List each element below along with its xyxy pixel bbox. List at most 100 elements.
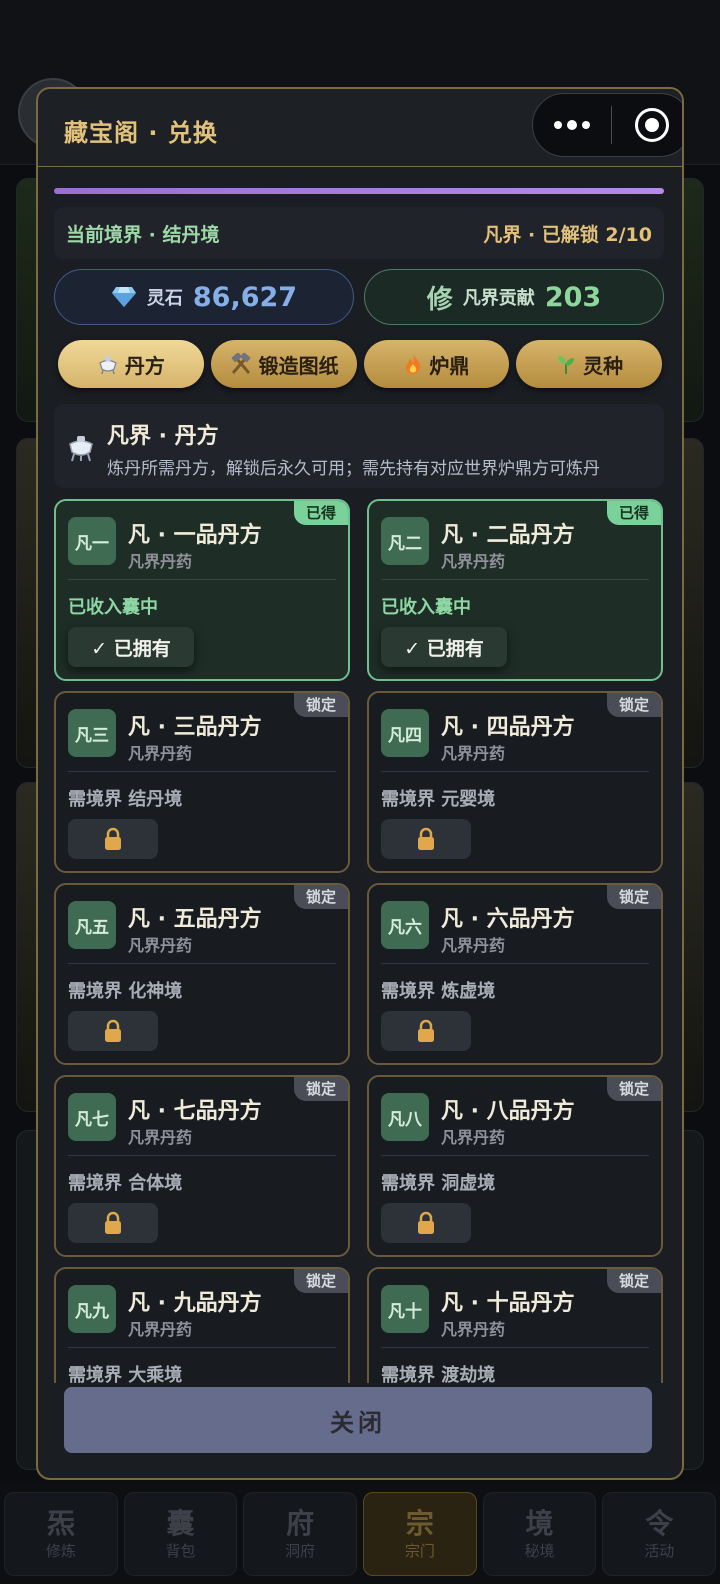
nav-item-0[interactable]: 炁修炼 [4, 1492, 118, 1576]
unlock-progress: 凡界 · 已解锁 2/10 [483, 223, 652, 246]
nav-icon: 囊 [166, 1507, 195, 1540]
realm-status-row: 当前境界 · 结丹境 凡界 · 已解锁 2/10 [54, 207, 664, 259]
lock-icon [416, 827, 436, 851]
flask-icon [97, 353, 119, 375]
card-divider [68, 1347, 336, 1348]
locked-button[interactable] [68, 1011, 158, 1051]
dot-icon [554, 121, 562, 129]
status-badge: 锁定 [606, 693, 661, 717]
recipe-name: 凡 · 五品丹方 [128, 907, 262, 932]
nav-label: 修炼 [45, 1542, 76, 1560]
recipe-card[interactable]: 已得 凡一凡 · 一品丹方 凡界丹药 已收入囊中 ✓ 已拥有 [54, 499, 350, 681]
recipe-card[interactable]: 锁定 凡六凡 · 六品丹方 凡界丹药 需境界 炼虚境 [367, 883, 663, 1065]
locked-button[interactable] [381, 819, 471, 859]
nav-item-4[interactable]: 境秘境 [482, 1492, 597, 1576]
recipe-code-tile: 凡十 [381, 1285, 429, 1333]
card-divider [381, 579, 649, 580]
more-menu-button[interactable] [533, 94, 611, 156]
recipe-code-tile: 凡九 [68, 1285, 116, 1333]
recipe-requirement: 需境界 洞虚境 [381, 1173, 496, 1194]
nav-icon: 境 [525, 1507, 554, 1540]
recipe-card[interactable]: 锁定 凡八凡 · 八品丹方 凡界丹药 需境界 洞虚境 [367, 1075, 663, 1257]
nav-item-3[interactable]: 宗宗门 [363, 1492, 477, 1576]
status-badge: 已得 [293, 501, 348, 525]
nav-label: 洞府 [285, 1542, 316, 1560]
tab-label: 灵种 [583, 353, 624, 378]
tab-hammer[interactable]: 锻造图纸 [210, 340, 357, 388]
bottom-nav: 炁修炼囊背包府洞府宗宗门境秘境令活动 [0, 1484, 720, 1584]
section-header: 凡界 · 丹方 炼丹所需丹方，解锁后永久可用；需先持有对应世界炉鼎方可炼丹 [54, 404, 664, 488]
hammer-icon [229, 353, 253, 375]
recipe-code-tile: 凡七 [68, 1093, 116, 1141]
recipe-card[interactable]: 锁定 凡三凡 · 三品丹方 凡界丹药 需境界 结丹境 [54, 691, 350, 873]
recipe-category: 凡界丹药 [128, 1128, 193, 1147]
recipe-code-tile: 凡三 [68, 709, 116, 757]
tab-label: 丹方 [124, 353, 165, 378]
section-description: 炼丹所需丹方，解锁后永久可用；需先持有对应世界炉鼎方可炼丹 [107, 459, 600, 479]
status-badge: 锁定 [293, 693, 348, 717]
target-icon [634, 108, 669, 142]
close-button[interactable]: 关闭 [64, 1387, 652, 1453]
locked-button[interactable] [68, 819, 158, 859]
lock-icon [103, 1019, 123, 1043]
fire-icon [403, 353, 423, 375]
status-badge: 锁定 [606, 885, 661, 909]
nav-item-1[interactable]: 囊背包 [123, 1492, 238, 1576]
nav-item-2[interactable]: 府洞府 [243, 1492, 358, 1576]
recipe-requirement: 需境界 大乘境 [68, 1365, 183, 1383]
locked-button[interactable] [381, 1203, 471, 1243]
exit-mini-program-button[interactable] [612, 94, 682, 156]
nav-icon: 炁 [46, 1507, 75, 1540]
card-divider [381, 1155, 649, 1156]
status-badge: 锁定 [293, 1269, 348, 1293]
lock-icon [416, 1211, 436, 1235]
modal-header: 藏宝阁 · 兑换 [38, 89, 682, 167]
recipe-code-tile: 凡二 [381, 517, 429, 565]
modal-title: 藏宝阁 · 兑换 [64, 119, 218, 147]
card-divider [68, 579, 336, 580]
recipe-category: 凡界丹药 [128, 552, 193, 571]
owned-button: ✓ 已拥有 [68, 627, 194, 667]
card-divider [381, 963, 649, 964]
nav-label: 背包 [165, 1542, 196, 1560]
lock-icon [103, 827, 123, 851]
tab-fire[interactable]: 炉鼎 [363, 340, 510, 388]
recipe-name: 凡 · 九品丹方 [128, 1291, 262, 1316]
recipe-name: 凡 · 四品丹方 [441, 715, 575, 740]
status-badge: 锁定 [293, 885, 348, 909]
recipe-category: 凡界丹药 [441, 936, 506, 955]
recipe-requirement: 需境界 结丹境 [68, 789, 183, 810]
recipe-card[interactable]: 已得 凡二凡 · 二品丹方 凡界丹药 已收入囊中 ✓ 已拥有 [367, 499, 663, 681]
currency-value: 86,627 [192, 281, 298, 313]
status-badge: 已得 [606, 501, 661, 525]
nav-icon: 府 [286, 1507, 315, 1540]
recipe-card[interactable]: 锁定凡九凡 · 九品丹方凡界丹药需境界 大乘境 [54, 1267, 350, 1383]
realm-progress-bar [54, 188, 664, 194]
recipe-card[interactable]: 锁定 凡五凡 · 五品丹方 凡界丹药 需境界 化神境 [54, 883, 350, 1065]
recipe-requirement: 已收入囊中 [68, 597, 158, 618]
recipe-card[interactable]: 锁定 凡四凡 · 四品丹方 凡界丹药 需境界 元婴境 [367, 691, 663, 873]
recipe-requirement: 需境界 炼虚境 [381, 981, 496, 1002]
recipe-name: 凡 · 十品丹方 [441, 1291, 575, 1316]
currency-value: 203 [544, 281, 602, 313]
contribution-icon: 修 [426, 284, 453, 315]
nav-label: 宗门 [404, 1542, 435, 1560]
nav-icon: 令 [645, 1507, 674, 1540]
recipe-category: 凡界丹药 [441, 1320, 506, 1339]
spirit-stone-balance: 灵石 86,627 [54, 269, 354, 325]
flask-icon [69, 436, 93, 462]
recipe-name: 凡 · 一品丹方 [128, 523, 262, 548]
recipe-card[interactable]: 锁定 凡十凡 · 十品丹方 凡界丹药 需境界 渡劫境 [367, 1267, 663, 1383]
recipe-category: 凡界丹药 [128, 936, 193, 955]
nav-item-5[interactable]: 令活动 [602, 1492, 717, 1576]
recipe-requirement: 需境界 化神境 [68, 981, 183, 1002]
tab-sprout[interactable]: 灵种 [516, 340, 662, 388]
locked-button[interactable] [68, 1203, 158, 1243]
locked-button[interactable] [381, 1011, 471, 1051]
recipe-card[interactable]: 锁定 凡七凡 · 七品丹方 凡界丹药 需境界 合体境 [54, 1075, 350, 1257]
mini-program-capsule [532, 93, 682, 157]
tab-flask[interactable]: 丹方 [58, 340, 204, 388]
recipe-requirement: 需境界 渡劫境 [381, 1365, 496, 1383]
recipe-name: 凡 · 六品丹方 [441, 907, 575, 932]
recipe-category: 凡界丹药 [128, 1320, 193, 1339]
